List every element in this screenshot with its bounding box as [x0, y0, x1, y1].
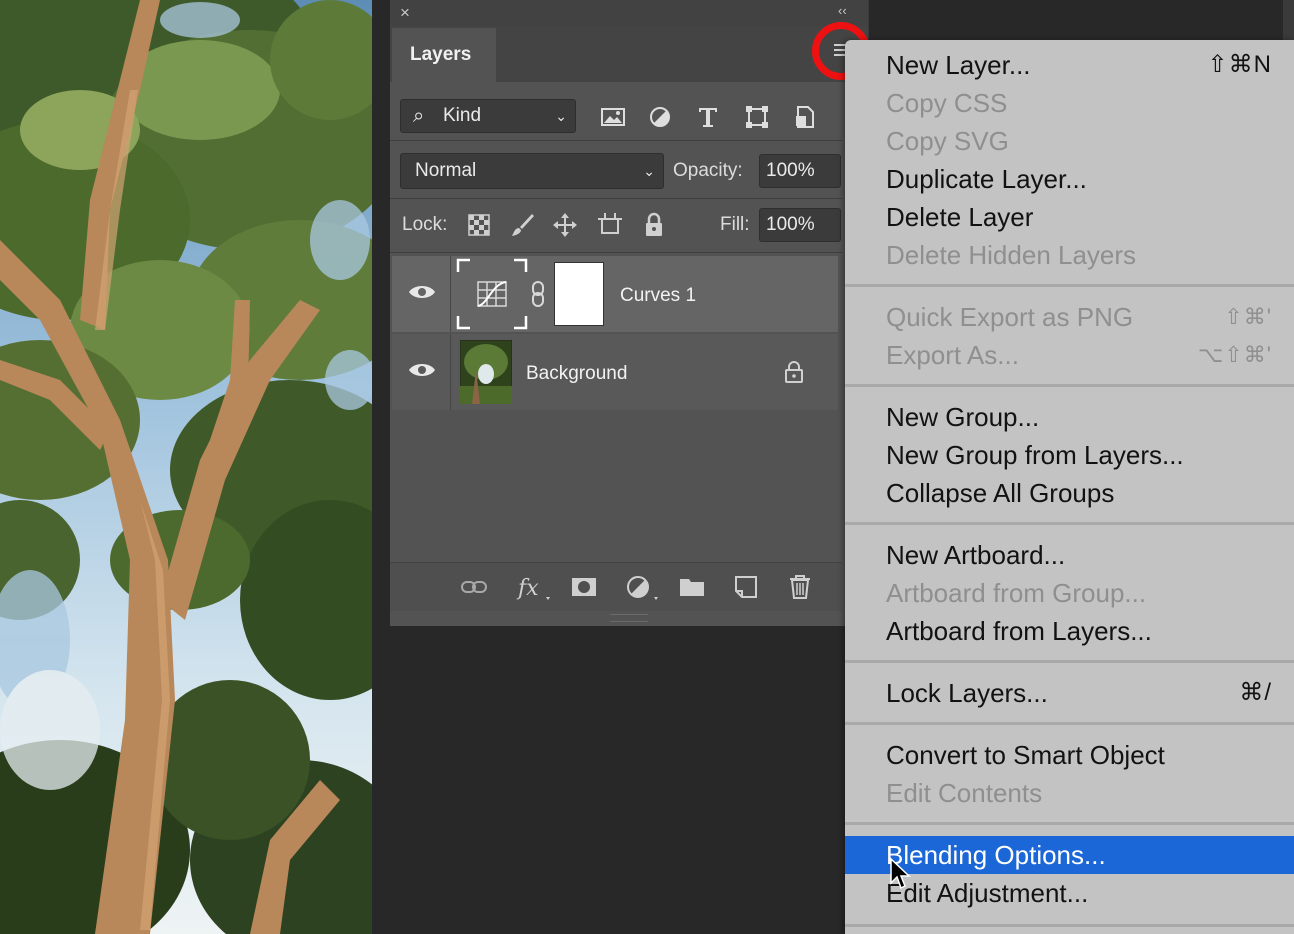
new-adjustment-icon[interactable] — [624, 573, 664, 601]
svg-text:fx: fx — [516, 576, 539, 601]
menu-item-edit-contents: Edit Contents — [886, 778, 1043, 808]
menu-item-convert-smart-object[interactable]: Convert to Smart Object — [845, 736, 1294, 774]
trash-icon[interactable] — [786, 573, 814, 601]
menu-item-edit-adjustment[interactable]: Edit Adjustment... — [845, 874, 1294, 912]
menu-item-blending-options[interactable]: Blending Options... — [845, 836, 1294, 874]
layer-row-curves[interactable]: Curves 1 — [392, 256, 838, 332]
menu-item-new-group[interactable]: New Group... — [845, 398, 1294, 436]
menu-separator — [845, 284, 1294, 287]
menu-shortcut: ⌥⇧⌘' — [1198, 342, 1272, 367]
layer-mask-thumbnail[interactable] — [554, 262, 604, 326]
layers-bottom-toolbar: fx — [390, 562, 842, 611]
fill-label: Fill: — [720, 214, 750, 235]
search-icon: ⌕ — [413, 105, 425, 127]
curves-adjustment-icon[interactable] — [456, 258, 528, 330]
chevron-down-icon: ⌄ — [643, 163, 655, 179]
image-filter-icon[interactable] — [600, 104, 626, 130]
lock-label: Lock: — [402, 214, 448, 235]
menu-separator — [845, 924, 1294, 927]
layer-separator — [450, 334, 451, 410]
layer-name[interactable]: Background — [526, 363, 627, 385]
collapse-icon[interactable]: ‹‹ — [838, 3, 847, 19]
opacity-label: Opacity: — [673, 160, 743, 181]
opacity-field[interactable]: 100% — [759, 154, 841, 188]
type-filter-icon[interactable] — [695, 104, 721, 130]
close-icon[interactable]: × — [400, 3, 410, 23]
menu-shortcut: ⇧⌘' — [1224, 304, 1272, 329]
menu-item-artboard-from-layers[interactable]: Artboard from Layers... — [845, 612, 1294, 650]
filter-kind-label: Kind — [443, 105, 482, 126]
menu-item-copy-css: Copy CSS — [886, 88, 1008, 118]
menu-separator — [845, 822, 1294, 825]
layer-thumbnail[interactable] — [460, 340, 512, 404]
add-mask-icon[interactable] — [570, 573, 598, 601]
filter-kind-select[interactable]: ⌕ Kind ⌄ — [400, 99, 576, 133]
layer-name[interactable]: Curves 1 — [620, 285, 696, 307]
blend-mode-value: Normal — [415, 160, 477, 181]
fill-field[interactable]: 100% — [759, 208, 841, 242]
link-layers-icon[interactable] — [460, 573, 488, 601]
lock-icon — [785, 361, 803, 383]
menu-separator — [845, 522, 1294, 525]
lock-position-icon[interactable] — [552, 212, 578, 238]
eye-icon[interactable] — [408, 282, 436, 302]
fx-icon[interactable]: fx — [514, 573, 554, 601]
menu-item-quick-export: Quick Export as PNG ⇧⌘' — [845, 298, 1294, 336]
lock-all-icon[interactable] — [641, 212, 667, 238]
menu-item-new-group-from-layers[interactable]: New Group from Layers... — [845, 436, 1294, 474]
menu-separator — [845, 660, 1294, 663]
panel-divider — [390, 198, 842, 199]
shape-filter-icon[interactable] — [744, 104, 770, 130]
layer-row-background[interactable]: Background — [392, 334, 838, 410]
menu-shortcut: ⌘/ — [1239, 679, 1272, 706]
menu-item-lock-layers[interactable]: Lock Layers... ⌘/ — [845, 674, 1294, 712]
lock-transparent-icon[interactable] — [466, 212, 492, 238]
new-layer-icon[interactable] — [732, 573, 760, 601]
menu-item-collapse-all-groups[interactable]: Collapse All Groups — [845, 474, 1294, 512]
menu-item-delete-hidden-layers: Delete Hidden Layers — [886, 240, 1137, 270]
workspace-edge — [1283, 0, 1294, 40]
layer-separator — [450, 256, 451, 332]
chevron-down-icon: ⌄ — [555, 108, 567, 124]
eye-icon[interactable] — [408, 360, 436, 380]
adjustment-filter-icon[interactable] — [647, 104, 673, 130]
menu-separator — [845, 722, 1294, 725]
menu-shortcut: ⇧⌘N — [1207, 51, 1272, 78]
tab-layers[interactable]: Layers — [392, 28, 496, 82]
menu-item-delete-layer[interactable]: Delete Layer — [845, 198, 1294, 236]
menu-item-new-artboard[interactable]: New Artboard... — [845, 536, 1294, 574]
lock-artboard-icon[interactable] — [597, 212, 623, 238]
panel-titlebar[interactable]: × ‹‹ — [390, 0, 868, 26]
menu-item-new-layer[interactable]: New Layer... ⇧⌘N — [845, 46, 1294, 84]
panel-divider — [390, 140, 842, 141]
layers-panel-menu: New Layer... ⇧⌘N Copy CSS Copy SVG Dupli… — [845, 40, 1294, 934]
panel-divider — [390, 252, 842, 253]
panel-resize-grip[interactable] — [610, 614, 648, 622]
blend-mode-select[interactable]: Normal ⌄ — [400, 153, 664, 189]
chain-link-icon[interactable] — [531, 280, 545, 308]
menu-separator — [845, 384, 1294, 387]
menu-item-artboard-from-group: Artboard from Group... — [886, 578, 1147, 608]
document-canvas[interactable] — [0, 0, 372, 934]
menu-item-duplicate-layer[interactable]: Duplicate Layer... — [845, 160, 1294, 198]
mouse-cursor-icon — [890, 857, 911, 890]
layers-panel: × ‹‹ Layers ⌕ Kind ⌄ Normal ⌄ Opacity: 1… — [390, 0, 869, 626]
smart-object-filter-icon[interactable] — [792, 104, 818, 130]
new-group-icon[interactable] — [678, 573, 706, 601]
screen: × ‹‹ Layers ⌕ Kind ⌄ Normal ⌄ Opacity: 1… — [0, 0, 1294, 934]
menu-item-export-as: Export As... ⌥⇧⌘' — [845, 336, 1294, 374]
lock-paint-icon[interactable] — [510, 212, 536, 238]
menu-item-copy-svg: Copy SVG — [886, 126, 1009, 156]
tree-photo — [0, 0, 372, 934]
